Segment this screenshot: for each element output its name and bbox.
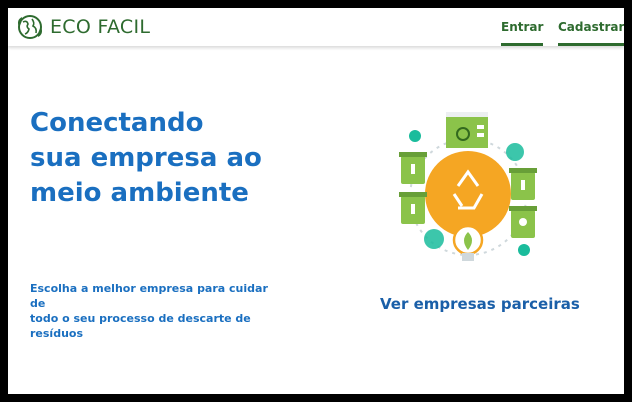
hero-subtitle: Escolha a melhor empresa para cuidar de … xyxy=(30,281,270,341)
hero-subtitle-line-3: resíduos xyxy=(30,327,84,340)
signup-label: Cadastrar xyxy=(558,20,624,34)
hero-title-line-1: Conectando xyxy=(30,108,204,138)
login-link[interactable]: Entrar xyxy=(501,20,544,46)
page: ECO FACIL Entrar Cadastrar Conectando su… xyxy=(8,8,624,394)
globe-leaf-icon xyxy=(18,15,42,39)
top-navbar: ECO FACIL Entrar Cadastrar xyxy=(8,8,624,46)
brand-logo[interactable]: ECO FACIL xyxy=(16,14,150,40)
signup-underline xyxy=(558,43,624,46)
hero-subtitle-line-2: todo o seu processo de descarte de xyxy=(30,312,251,325)
brand-name: ECO FACIL xyxy=(50,16,151,38)
view-partners-link[interactable]: Ver empresas parceiras xyxy=(380,295,580,313)
hero-title: Conectando sua empresa ao meio ambiente xyxy=(30,106,310,211)
factory-icon xyxy=(446,112,488,148)
login-label: Entrar xyxy=(501,20,544,34)
signup-link[interactable]: Cadastrar xyxy=(558,20,624,46)
login-underline xyxy=(501,43,544,46)
hero-subtitle-line-1: Escolha a melhor empresa para cuidar de xyxy=(30,282,268,310)
recycling-illustration xyxy=(399,112,537,261)
hero-title-line-2: sua empresa ao xyxy=(30,143,262,173)
hero-title-line-3: meio ambiente xyxy=(30,178,249,208)
